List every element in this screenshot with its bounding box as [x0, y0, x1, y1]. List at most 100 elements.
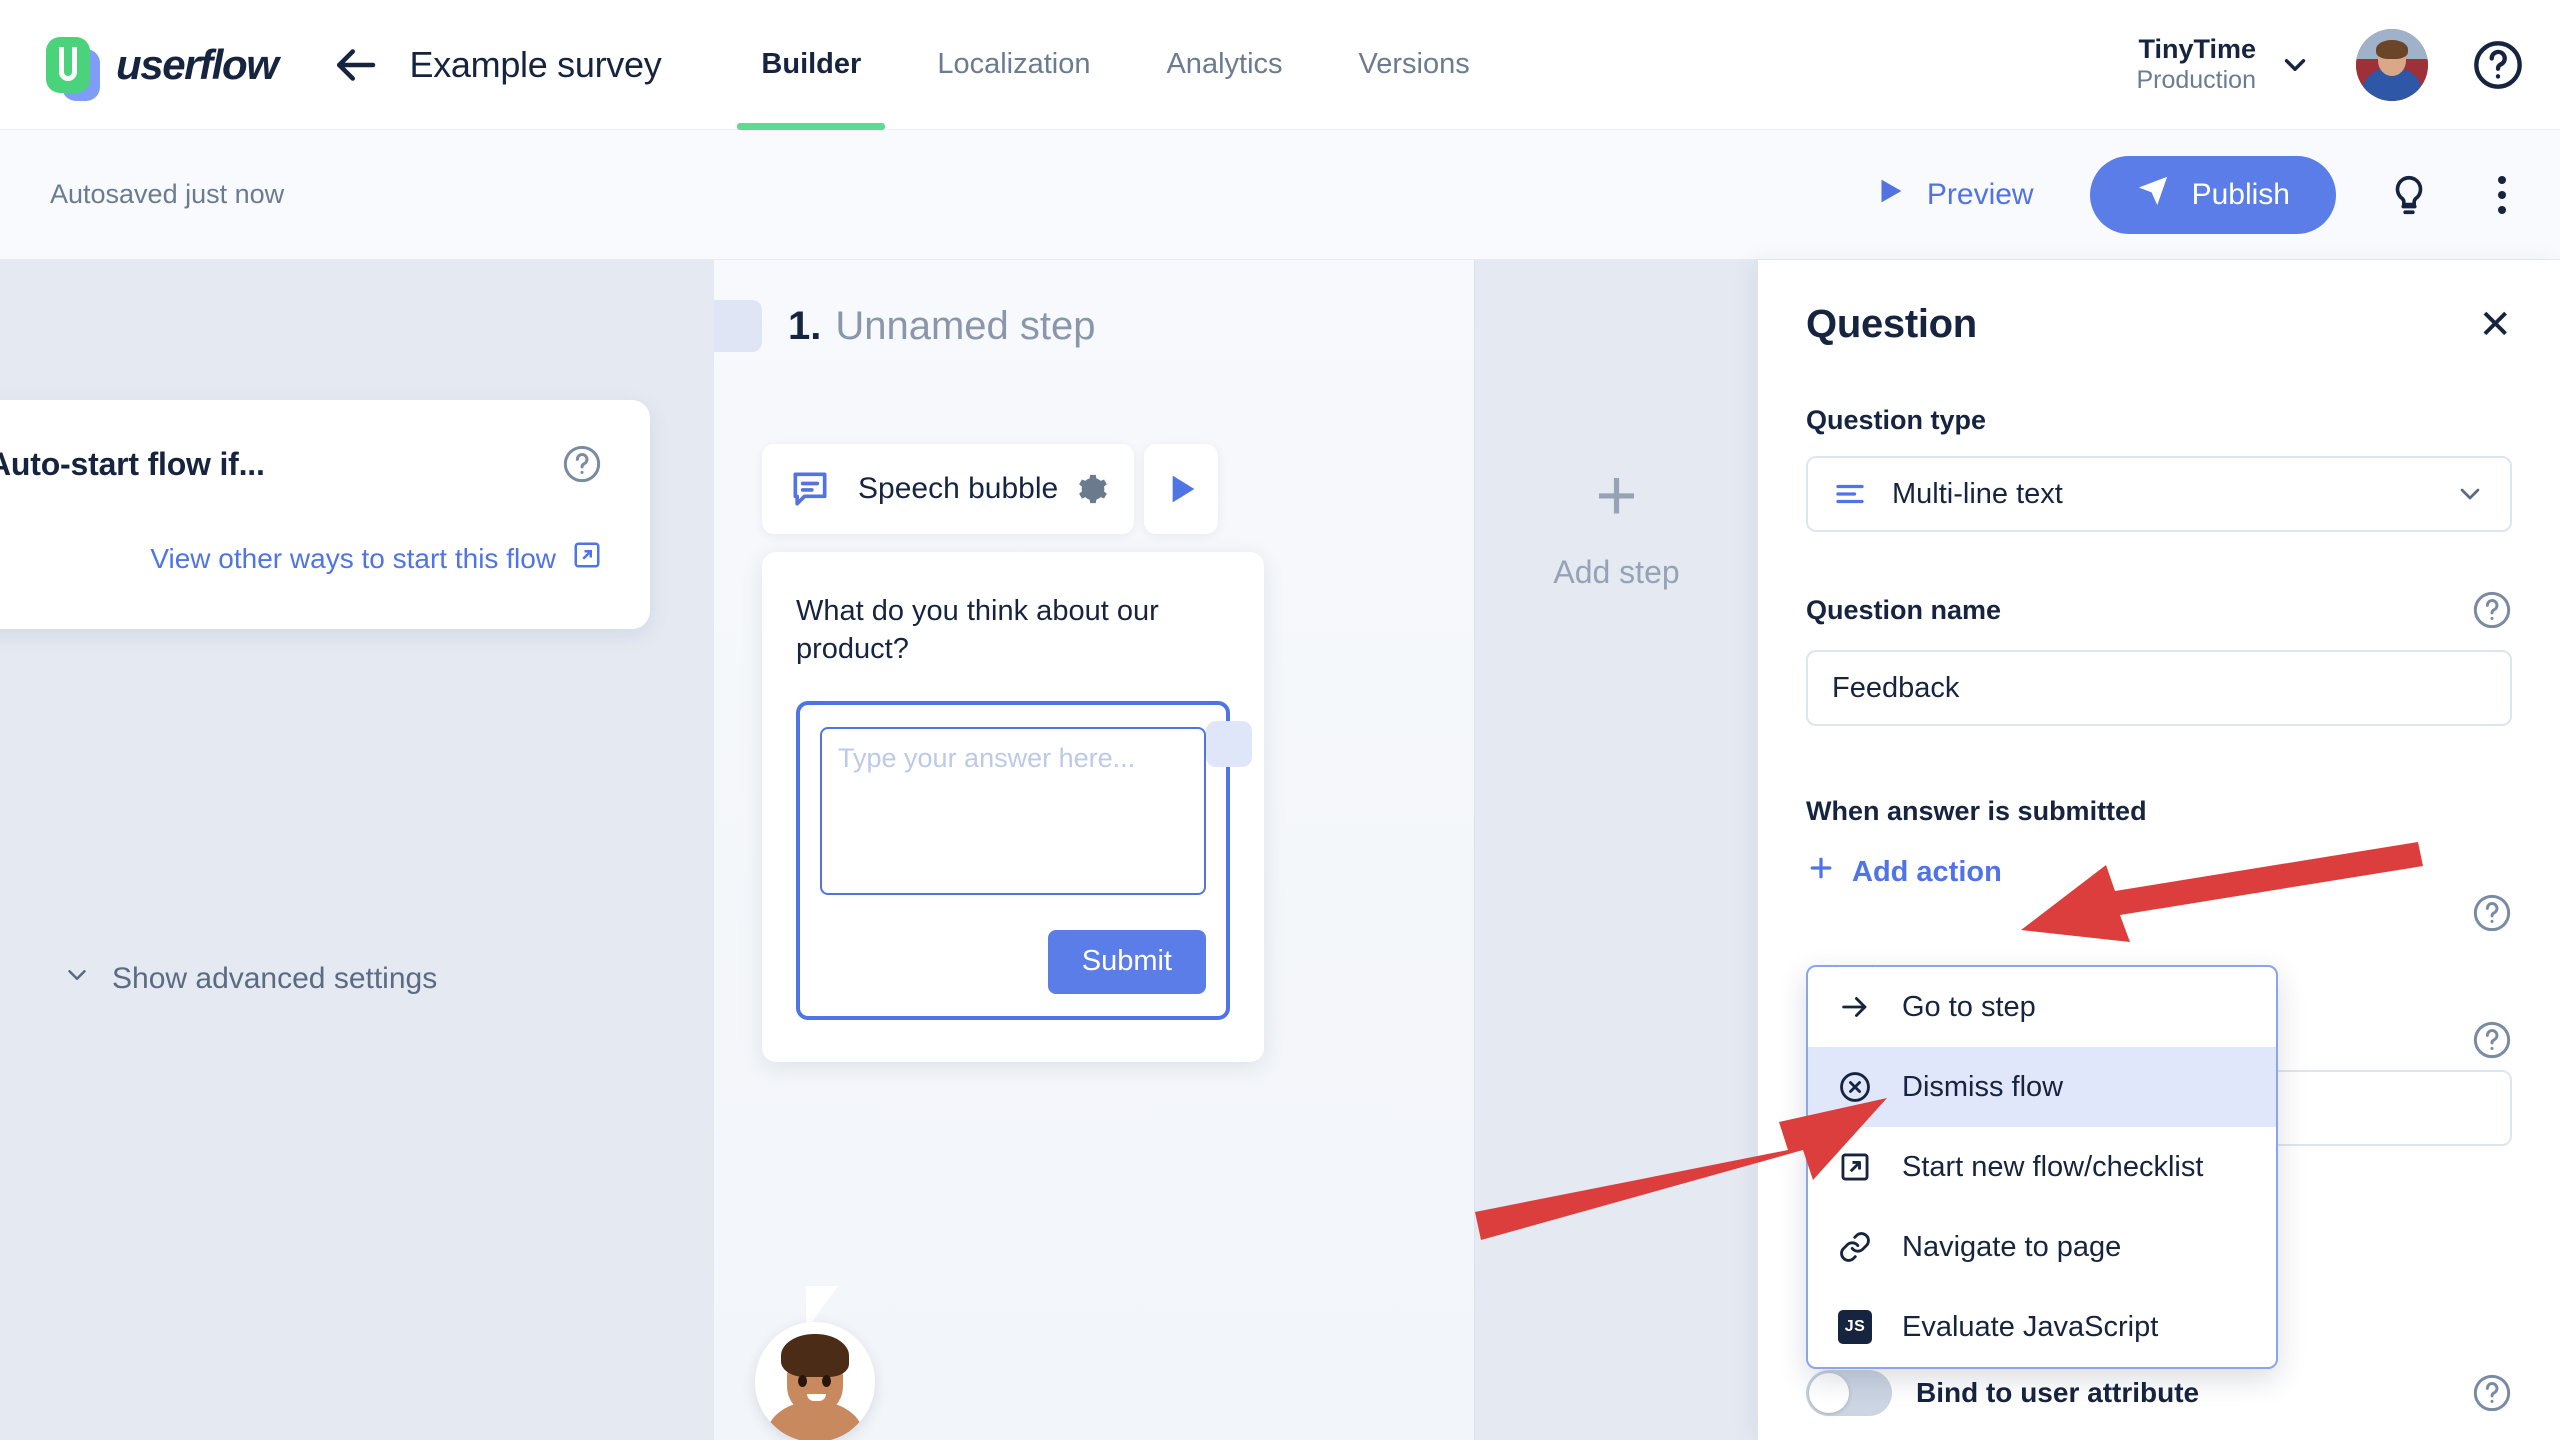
step-name[interactable]: Unnamed step [835, 304, 1095, 349]
header-right-group: TinyTime Production [2136, 28, 2560, 101]
link-icon [1836, 1228, 1874, 1266]
plus-icon [1806, 853, 1836, 891]
help-circle-icon[interactable] [2472, 39, 2524, 91]
tab-builder-label: Builder [761, 48, 862, 80]
app-root: userflow Example survey Builder Localiza… [0, 0, 2560, 1440]
autosave-status: Autosaved just now [50, 179, 285, 209]
add-step-plus-icon: + [1595, 456, 1638, 536]
auto-start-help-icon[interactable] [562, 444, 602, 484]
auto-start-card: Auto-start flow if... View other ways to… [0, 400, 650, 629]
question-type-select[interactable]: Multi-line text [1806, 456, 2512, 532]
sub-toolbar: Autosaved just now Preview Publish [0, 130, 2560, 260]
tab-analytics-label: Analytics [1166, 48, 1283, 80]
show-advanced-settings[interactable]: Show advanced settings [62, 960, 437, 998]
preview-button[interactable]: Preview [1873, 174, 2034, 216]
gear-icon[interactable] [1074, 472, 1108, 506]
org-name: TinyTime [2138, 33, 2256, 64]
publish-button-label: Publish [2191, 177, 2290, 211]
preview-button-label: Preview [1926, 177, 2034, 211]
menu-item-dismiss-flow[interactable]: Dismiss flow [1808, 1047, 2276, 1127]
when-answer-submitted-label: When answer is submitted [1806, 796, 2147, 826]
speech-bubble-preview: What do you think about our product? Sub… [762, 552, 1264, 1062]
js-icon: JS [1836, 1308, 1874, 1346]
question-block-selected[interactable]: Submit [796, 700, 1252, 1020]
obscured-help-icon-1[interactable] [2472, 893, 2512, 933]
question-type-label: Question type [1806, 405, 2512, 436]
arrow-right-icon [1836, 988, 1874, 1026]
step-canvas-column: 1. Unnamed step Speech bubble What do yo… [714, 260, 1474, 1440]
send-icon [2136, 174, 2170, 216]
lightbulb-icon[interactable] [2384, 167, 2434, 223]
tab-localization-label: Localization [937, 48, 1091, 80]
user-avatar[interactable] [2356, 28, 2428, 101]
add-step-label: Add step [1553, 554, 1680, 590]
close-icon[interactable]: ✕ [2478, 305, 2512, 345]
add-action-button[interactable]: Add action [1806, 853, 2002, 891]
block-chip-speech-bubble[interactable]: Speech bubble [762, 444, 1134, 534]
menu-item-label: Go to step [1902, 990, 2036, 1023]
block-play-button[interactable] [1144, 444, 1218, 534]
userflow-logo[interactable]: userflow [40, 33, 279, 101]
top-header: userflow Example survey Builder Localiza… [0, 0, 2560, 130]
back-arrow-icon[interactable] [328, 38, 382, 92]
publish-button[interactable]: Publish [2089, 155, 2336, 234]
other-ways-link-label: View other ways to start this flow [150, 542, 556, 574]
header-tabs: Builder Localization Analytics Versions [723, 0, 1507, 130]
toolbar-actions: Preview Publish [1873, 155, 2560, 234]
org-switcher[interactable]: TinyTime Production [2136, 34, 2256, 95]
question-type-value: Multi-line text [1892, 477, 2063, 510]
bind-to-user-attribute-toggle[interactable] [1806, 1370, 1892, 1416]
speech-bubble-icon [788, 467, 832, 511]
question-type-label-text: Question type [1806, 405, 1987, 435]
tab-versions-label: Versions [1358, 48, 1470, 80]
userflow-logo-text: userflow [116, 40, 279, 88]
tab-localization[interactable]: Localization [899, 0, 1128, 130]
auto-start-title: Auto-start flow if... [0, 445, 265, 482]
tab-versions[interactable]: Versions [1321, 0, 1508, 130]
external-link-icon [1836, 1148, 1874, 1186]
chevron-down-icon[interactable] [2278, 48, 2312, 82]
external-link-icon [572, 540, 602, 577]
question-name-input[interactable] [1806, 650, 2512, 726]
submit-button[interactable]: Submit [1047, 929, 1206, 994]
chevron-down-icon [2454, 478, 2486, 510]
userflow-logo-icon [40, 33, 104, 101]
step-header: 1. Unnamed step [714, 300, 1096, 352]
step-drag-handle[interactable] [714, 300, 762, 352]
submit-row: Submit [820, 929, 1206, 994]
multiline-text-icon [1832, 476, 1868, 512]
auto-start-header: Auto-start flow if... [0, 444, 602, 484]
add-step-column[interactable]: + Add step [1474, 260, 1758, 1440]
other-ways-link[interactable]: View other ways to start this flow [0, 540, 602, 577]
chevron-down-small-icon [62, 960, 92, 998]
org-environment: Production [2136, 65, 2256, 94]
obscured-help-icon-2[interactable] [2472, 1020, 2512, 1060]
panel-title: Question [1806, 302, 1977, 346]
answer-textarea[interactable] [820, 726, 1206, 895]
play-icon [1873, 174, 1907, 216]
menu-item-evaluate-javascript[interactable]: JS Evaluate JavaScript [1808, 1287, 2276, 1367]
add-action-dropdown-menu: Go to step Dismiss flow Start new flow/c… [1806, 965, 2278, 1369]
bind-help-icon[interactable] [2472, 1373, 2512, 1413]
panel-header: Question ✕ [1806, 260, 2512, 347]
menu-item-label: Start new flow/checklist [1902, 1150, 2204, 1183]
add-action-label: Add action [1852, 855, 2002, 888]
menu-item-label: Dismiss flow [1902, 1070, 2064, 1103]
question-name-help-icon[interactable] [2472, 590, 2512, 630]
menu-item-label: Navigate to page [1902, 1230, 2122, 1263]
block-chip-label: Speech bubble [858, 472, 1059, 505]
more-options-icon[interactable] [2480, 167, 2524, 223]
flow-title[interactable]: Example survey [410, 44, 662, 86]
menu-item-label: Evaluate JavaScript [1902, 1310, 2159, 1343]
left-trigger-column: Auto-start flow if... View other ways to… [0, 260, 714, 1440]
menu-item-go-to-step[interactable]: Go to step [1808, 967, 2276, 1047]
question-name-label: Question name [1806, 590, 2512, 630]
bind-to-user-attribute-row: Bind to user attribute [1806, 1370, 2512, 1416]
menu-item-navigate-to-page[interactable]: Navigate to page [1808, 1207, 2276, 1287]
tab-analytics[interactable]: Analytics [1128, 0, 1320, 130]
menu-item-start-new-flow[interactable]: Start new flow/checklist [1808, 1127, 2276, 1207]
circle-x-icon [1836, 1068, 1874, 1106]
persona-avatar [755, 1322, 875, 1440]
tab-builder[interactable]: Builder [723, 0, 899, 130]
block-selection-marker [1206, 720, 1252, 767]
